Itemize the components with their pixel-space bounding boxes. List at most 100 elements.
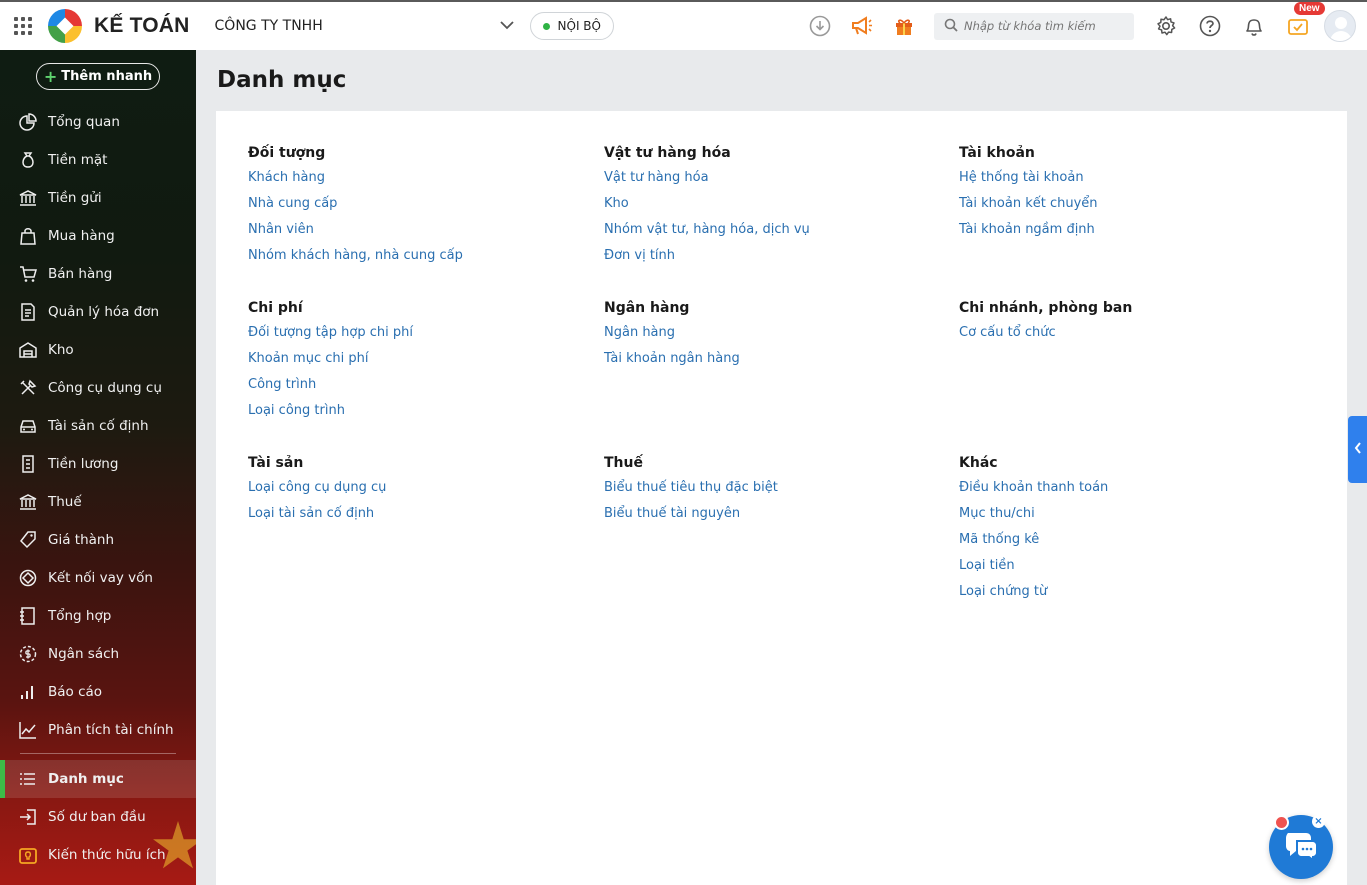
catalog-link[interactable]: Tài khoản kết chuyển <box>959 194 1289 220</box>
sidebar-item-label: Báo cáo <box>48 684 103 700</box>
catalog-link[interactable]: Loại tài sản cố định <box>248 504 578 530</box>
close-icon[interactable]: × <box>1312 815 1325 828</box>
group-title: Khác <box>959 455 998 471</box>
sidebar-item-tai-san-co-dinh[interactable]: Tài sản cố định <box>0 407 196 445</box>
sidebar-item-so-du-ban-dau[interactable]: Số dư ban đầu <box>0 798 196 836</box>
sidebar-item-tien-gui[interactable]: Tiền gửi <box>0 179 196 217</box>
invoice-icon <box>18 302 38 322</box>
catalog-link[interactable]: Nhân viên <box>248 220 578 246</box>
chevron-left-icon <box>1354 442 1362 457</box>
bell-icon[interactable] <box>1242 14 1266 38</box>
sidebar-item-quan-ly-hoa-don[interactable]: Quản lý hóa đơn <box>0 293 196 331</box>
ledger-icon <box>18 606 38 626</box>
sidebar-item-kien-thuc-huu-ich[interactable]: Kiến thức hữu ích <box>0 836 196 874</box>
environment-badge[interactable]: NỘI BỘ <box>529 12 614 40</box>
search-icon <box>944 17 958 36</box>
brand-name: KẾ TOÁN <box>94 14 190 37</box>
sidebar-item-tien-luong[interactable]: Tiền lương <box>0 445 196 483</box>
sidebar-item-ket-noi-vay-von[interactable]: Kết nối vay vốn <box>0 559 196 597</box>
panel-collapse-tab[interactable] <box>1348 416 1367 483</box>
sidebar-item-mua-hang[interactable]: Mua hàng <box>0 217 196 255</box>
sidebar-item-kho[interactable]: Kho <box>0 331 196 369</box>
whats-new-icon[interactable]: New <box>1286 2 1325 38</box>
group-tai-khoan: Tài khoản Hệ thống tài khoản Tài khoản k… <box>959 142 1289 246</box>
app-grid-icon[interactable] <box>14 17 32 35</box>
company-selector[interactable]: CÔNG TY TNHH <box>215 18 500 34</box>
sidebar-item-tien-mat[interactable]: Tiền mặt <box>0 141 196 179</box>
catalog-link[interactable]: Khoản mục chi phí <box>248 349 578 375</box>
sidebar-item-bao-cao[interactable]: Báo cáo <box>0 673 196 711</box>
quick-add-button[interactable]: + Thêm nhanh <box>36 63 160 90</box>
sidebar-item-thue[interactable]: Thuế <box>0 483 196 521</box>
catalog-link[interactable]: Tài khoản ngầm định <box>959 220 1289 246</box>
sidebar-item-label: Bán hàng <box>48 266 113 282</box>
sidebar-item-label: Tổng quan <box>48 114 120 130</box>
catalog-link[interactable]: Kho <box>604 194 934 220</box>
catalog-link[interactable]: Mục thu/chi <box>959 504 1289 530</box>
money-bag-icon <box>18 150 38 170</box>
catalog-link[interactable]: Đối tượng tập hợp chi phí <box>248 323 578 349</box>
catalog-link[interactable]: Cơ cấu tổ chức <box>959 323 1289 349</box>
chevron-down-icon[interactable] <box>499 19 516 33</box>
status-dot-icon <box>542 22 550 30</box>
budget-icon <box>18 644 38 664</box>
brand-logo[interactable] <box>48 9 82 43</box>
catalog-link[interactable]: Loại công trình <box>248 401 578 427</box>
catalog-link[interactable]: Công trình <box>248 375 578 401</box>
help-icon[interactable] <box>1198 14 1222 38</box>
sidebar-item-label: Tổng hợp <box>48 608 112 624</box>
catalog-link[interactable]: Loại chứng từ <box>959 582 1289 608</box>
tools-icon <box>18 378 38 398</box>
sidebar-item-label: Danh mục <box>48 771 124 787</box>
catalog-link[interactable]: Ngân hàng <box>604 323 934 349</box>
catalog-link[interactable]: Điều khoản thanh toán <box>959 478 1289 504</box>
sidebar-item-ngan-sach[interactable]: Ngân sách <box>0 635 196 673</box>
catalog-link[interactable]: Mã thống kê <box>959 530 1289 556</box>
gear-icon[interactable] <box>1154 14 1178 38</box>
sidebar-item-ban-hang[interactable]: Bán hàng <box>0 255 196 293</box>
catalog-link[interactable]: Loại công cụ dụng cụ <box>248 478 578 504</box>
notification-dot <box>1274 815 1289 830</box>
sidebar-item-label: Số dư ban đầu <box>48 809 146 825</box>
shopping-bag-icon <box>18 226 38 246</box>
sidebar-item-danh-muc[interactable]: Danh mục <box>0 760 196 798</box>
search-input[interactable] <box>963 19 1132 33</box>
catalog-link[interactable]: Vật tư hàng hóa <box>604 168 934 194</box>
catalog-link[interactable]: Hệ thống tài khoản <box>959 168 1289 194</box>
group-title: Thuế <box>604 455 643 471</box>
sidebar-divider <box>20 753 176 754</box>
bank-icon <box>18 188 38 208</box>
sidebar-item-label: Kết nối vay vốn <box>48 570 153 586</box>
catalog-link[interactable]: Nhà cung cấp <box>248 194 578 220</box>
catalog-link[interactable]: Nhóm vật tư, hàng hóa, dịch vụ <box>604 220 934 246</box>
catalog-link[interactable]: Đơn vị tính <box>604 246 934 272</box>
catalog-link[interactable]: Tài khoản ngân hàng <box>604 349 934 375</box>
catalog-link[interactable]: Biểu thuế tài nguyên <box>604 504 934 530</box>
sidebar-item-phan-tich-tai-chinh[interactable]: Phân tích tài chính <box>0 711 196 749</box>
payroll-icon <box>18 454 38 474</box>
sidebar-item-label: Công cụ dụng cụ <box>48 380 162 396</box>
catalog-link[interactable]: Loại tiền <box>959 556 1289 582</box>
cart-icon <box>18 264 38 284</box>
sidebar-item-cong-cu-dung-cu[interactable]: Công cụ dụng cụ <box>0 369 196 407</box>
group-title: Đối tượng <box>248 145 326 161</box>
catalog-link[interactable]: Khách hàng <box>248 168 578 194</box>
line-chart-icon <box>18 720 38 740</box>
gift-icon[interactable] <box>892 14 916 38</box>
catalog-link[interactable]: Nhóm khách hàng, nhà cung cấp <box>248 246 578 272</box>
group-chi-phi: Chi phí Đối tượng tập hợp chi phí Khoản … <box>248 297 578 427</box>
search-box[interactable] <box>933 12 1134 40</box>
user-avatar[interactable] <box>1323 10 1356 42</box>
chat-bubble-icon <box>1284 829 1318 865</box>
sidebar: + Thêm nhanh Tổng quan Tiền mặt Tiền gửi… <box>0 50 196 885</box>
bar-chart-icon <box>18 682 38 702</box>
catalog-link[interactable]: Biểu thuế tiêu thụ đặc biệt <box>604 478 934 504</box>
group-title: Ngân hàng <box>604 300 690 316</box>
download-icon[interactable] <box>808 14 832 38</box>
sidebar-item-tong-hop[interactable]: Tổng hợp <box>0 597 196 635</box>
megaphone-icon[interactable] <box>850 14 874 38</box>
sidebar-item-tong-quan[interactable]: Tổng quan <box>0 103 196 141</box>
tax-building-icon <box>18 492 38 512</box>
sidebar-item-gia-thanh[interactable]: Giá thành <box>0 521 196 559</box>
car-icon <box>18 416 38 436</box>
